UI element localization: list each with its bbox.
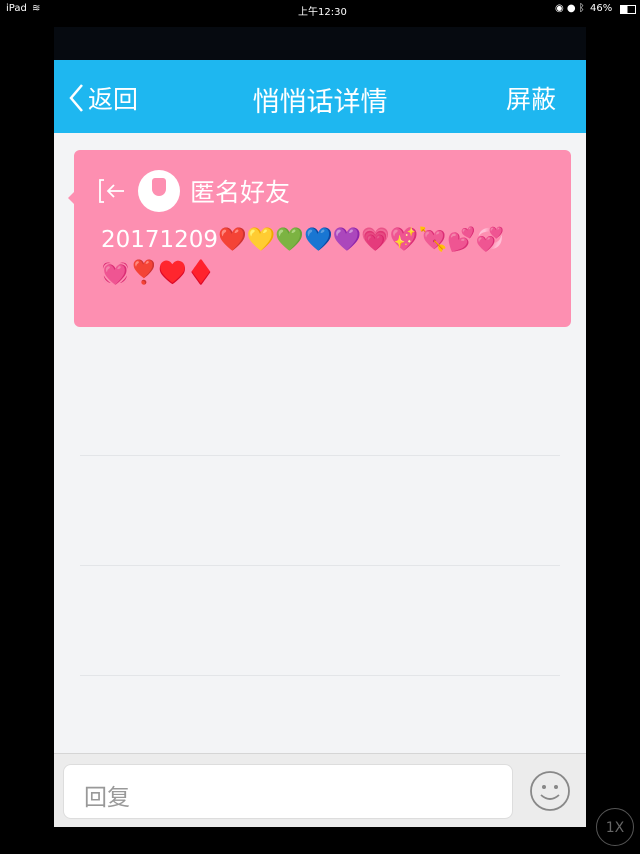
battery-icon [620, 5, 636, 14]
divider [80, 675, 560, 676]
nav-bar: 返回 悄悄话详情 屏蔽 [54, 60, 586, 133]
emoji-icon[interactable] [529, 770, 571, 812]
top-band [54, 27, 586, 60]
block-button[interactable]: 屏蔽 [506, 80, 556, 116]
divider [80, 455, 560, 456]
clock: 上午12:30 [298, 7, 347, 18]
battery-percent: 46% [590, 3, 613, 14]
lock-rotation-icon: ◉ ● ᛒ [555, 3, 585, 14]
sender-name: 匿名好友 [190, 178, 291, 207]
exit-arrow-icon [99, 179, 124, 203]
anonymous-avatar [138, 170, 180, 212]
wifi-icon: ≋ [32, 3, 41, 14]
message-text: 20171209❤️💛💚💙💜💗💖💘💕💞💓❣️♥️♦️ [101, 227, 505, 286]
reply-input[interactable]: 回复 [63, 764, 513, 819]
zoom-badge[interactable]: 1X [596, 808, 634, 846]
device-name: iPad [6, 3, 27, 14]
divider [80, 565, 560, 566]
app-window: 返回 悄悄话详情 屏蔽 匿名好友 20171209❤️💛💚💙💜💗💖💘💕💞💓❣️♥… [54, 27, 586, 827]
reply-bar: 回复 [54, 753, 586, 827]
message-bubble[interactable]: 匿名好友 20171209❤️💛💚💙💜💗💖💘💕💞💓❣️♥️♦️ [68, 150, 571, 327]
status-bar: iPad ≋ 上午12:30 ◉ ● ᛒ 46% [0, 0, 640, 18]
